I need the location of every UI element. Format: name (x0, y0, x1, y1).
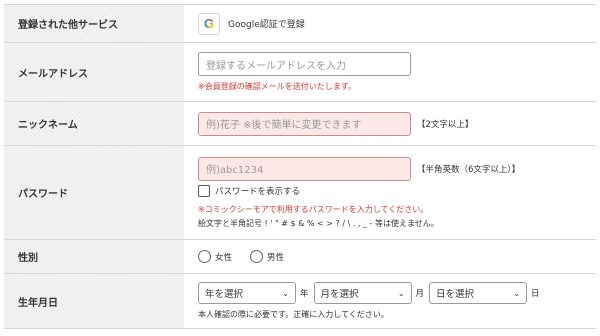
row-label: 登録された他サービス (4, 5, 184, 42)
nickname-input[interactable]: 例)花子 ※後で簡単に変更できます (198, 111, 411, 136)
gender-male-radio[interactable]: 男性 (250, 250, 284, 263)
nickname-hint: 【2文字以上】 (417, 119, 474, 130)
year-select[interactable]: 年を選択 ⌄ (198, 282, 296, 304)
registration-form: 登録された他サービス G Google認証で登録 メールアドレス 登録するメール… (4, 4, 596, 329)
google-icon: G (198, 12, 220, 35)
row-label: ニックネーム (4, 102, 184, 145)
row-nickname: ニックネーム 例)花子 ※後で簡単に変更できます 【2文字以上】 (4, 102, 596, 146)
row-label: 生年月日 (4, 274, 184, 328)
radio-circle[interactable] (250, 250, 264, 263)
day-select[interactable]: 日を選択 ⌄ (429, 282, 528, 304)
row-gender: 性別 女性 男性 (4, 240, 596, 274)
birthday-note: 本人確認の際に必要です。正確に入力してください。 (198, 310, 389, 319)
password-warning: ※コミックシーモアで利用するパスワードを入力してください。 (198, 204, 429, 214)
google-auth-button[interactable]: G Google認証で登録 (198, 12, 596, 35)
radio-label: 男性 (267, 252, 285, 263)
row-email: メールアドレス 登録するメールアドレスを入力 ※会員登録の確認メールを送付いたし… (4, 43, 596, 102)
password-hint: 【半角英数（6文字以上）】 (417, 164, 521, 175)
password-input[interactable]: 例)abc1234 (198, 156, 411, 181)
password-note: 絵文字と半角記号 ! ' " # $ & % < > ? / \ . , _ -… (198, 218, 439, 228)
year-unit: 年 (300, 289, 309, 299)
show-password-label: パスワードを表示する (215, 186, 301, 197)
row-label: パスワード (4, 146, 184, 239)
chevron-down-icon: ⌄ (513, 288, 521, 298)
day-unit: 日 (531, 289, 540, 299)
row-other-services: 登録された他サービス G Google認証で登録 (4, 5, 596, 43)
radio-circle[interactable] (198, 250, 211, 263)
checkbox-box[interactable] (198, 184, 210, 197)
radio-label: 女性 (215, 252, 233, 263)
row-label: メールアドレス (4, 43, 184, 101)
chevron-down-icon: ⌄ (397, 288, 405, 298)
email-input[interactable]: 登録するメールアドレスを入力 (198, 52, 411, 76)
month-unit: 月 (415, 289, 425, 299)
row-birthday: 生年月日 年を選択 ⌄ 年 月を選択 ⌄ 月 日を選択 ⌄ 日 本人確認の際に必要です… (4, 274, 596, 329)
month-select[interactable]: 月を選択 ⌄ (313, 282, 412, 304)
google-auth-label: Google認証で登録 (228, 20, 305, 30)
email-note: ※会員登録の確認メールを送付いたします。 (198, 82, 356, 91)
row-password: パスワード 例)abc1234 【半角英数（6文字以上）】 パスワードを表示する… (4, 146, 596, 240)
row-label: 性別 (4, 240, 184, 273)
gender-female-radio[interactable]: 女性 (198, 250, 232, 263)
chevron-down-icon: ⌄ (282, 288, 289, 298)
show-password-checkbox[interactable]: パスワードを表示する (198, 184, 596, 197)
